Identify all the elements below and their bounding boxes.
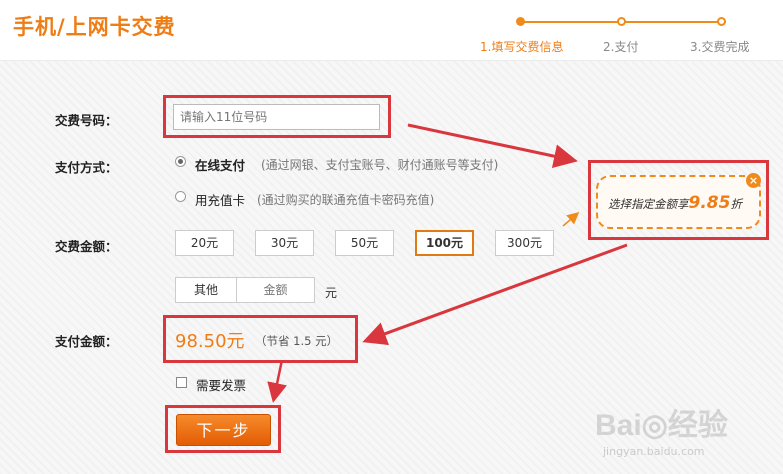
- number-label: 交费号码：: [55, 113, 118, 128]
- pay-amount-value: 98.50元: [175, 331, 245, 352]
- step-2-dot: [617, 17, 626, 26]
- pay-method-label: 支付方式：: [55, 160, 118, 175]
- step-1-label: 1.填写交费信息: [480, 40, 564, 54]
- promo-suffix: 折: [730, 197, 742, 211]
- pay-amount-label: 支付金额：: [55, 334, 118, 349]
- step-1-dot: [516, 17, 525, 26]
- baidu-watermark: Bai◎经验: [595, 409, 728, 442]
- promo-text: 选择指定金额享9.85折: [608, 193, 742, 213]
- page-title: 手机/上网卡交费: [13, 15, 176, 39]
- card-pay-desc: (通过购买的联通充值卡密码充值): [257, 193, 435, 207]
- amount-option-50[interactable]: 50元: [335, 230, 394, 256]
- promo-text-main: 选择指定金额享: [608, 197, 689, 211]
- online-pay-title[interactable]: 在线支付: [195, 155, 245, 174]
- online-pay-radio[interactable]: [175, 156, 186, 167]
- card-pay-radio[interactable]: [175, 191, 186, 202]
- amount-option-30[interactable]: 30元: [255, 230, 314, 256]
- other-label: 其他: [176, 278, 237, 302]
- amount-option-300[interactable]: 300元: [495, 230, 554, 256]
- step-3-label: 3.交费完成: [690, 40, 750, 54]
- card-pay-title[interactable]: 用充值卡: [195, 190, 245, 209]
- step-2-label: 2.支付: [603, 40, 639, 54]
- promo-bubble: 选择指定金额享9.85折: [596, 175, 761, 229]
- pay-amount-savings: （节省 1.5 元）: [255, 334, 339, 348]
- other-amount-input[interactable]: [237, 278, 314, 302]
- invoice-label[interactable]: 需要发票: [196, 375, 246, 394]
- invoice-checkbox[interactable]: [176, 377, 187, 388]
- other-unit: 元: [325, 286, 338, 300]
- next-step-button[interactable]: 下一步: [176, 414, 271, 446]
- online-pay-desc: (通过网银、支付宝账号、财付通账号等支付): [261, 158, 499, 172]
- amount-option-100[interactable]: 100元: [415, 230, 474, 256]
- promo-discount: 9.85: [688, 193, 731, 213]
- close-icon[interactable]: ×: [746, 173, 761, 188]
- phone-number-input[interactable]: [173, 104, 380, 130]
- baidu-watermark-url: jingyan.baidu.com: [603, 445, 705, 458]
- other-amount-group: 其他: [175, 277, 315, 303]
- step-3-dot: [717, 17, 726, 26]
- amount-label: 交费金额：: [55, 239, 118, 254]
- amount-option-20[interactable]: 20元: [175, 230, 234, 256]
